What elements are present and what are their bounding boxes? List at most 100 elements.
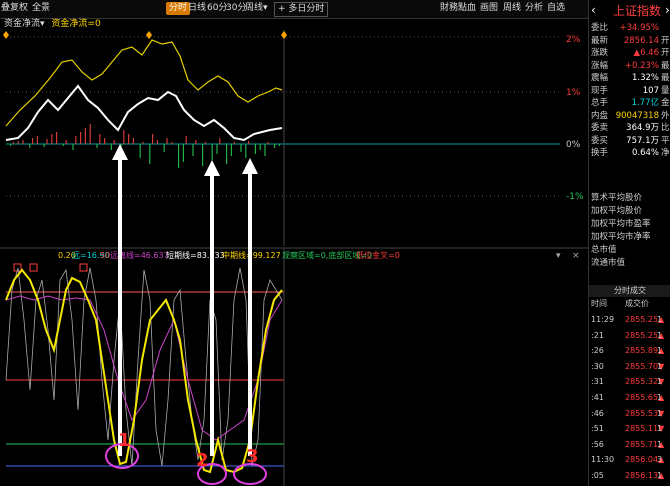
tab-weekly[interactable]: 周线▾ [245, 2, 268, 15]
quote-clip-label: 比 [661, 123, 670, 133]
toolbar-right-item[interactable]: 画图 [480, 2, 498, 15]
trade-volume: 1 [657, 346, 663, 356]
trade-row: :46 2855.53▼ 1 [589, 408, 670, 419]
flow-bar-up [123, 130, 125, 144]
flow-bar-down [278, 144, 280, 146]
flow-bar-down [254, 144, 256, 154]
flow-bar-up [89, 124, 91, 144]
marker-diamond [3, 31, 9, 39]
arrow-1-head [112, 144, 128, 160]
quote-clip-label: 外 [661, 110, 670, 121]
hand-mark-2: 2 [196, 450, 209, 471]
oscillator-panel [0, 247, 588, 486]
quote-header: ‹ 上证指数 › [589, 0, 670, 20]
quote-value: 0.64% [631, 148, 659, 158]
col-time: 时间 [591, 299, 607, 308]
quote-clip-label: 开 [661, 48, 670, 58]
quote-row: 总手 1.77亿金 [589, 97, 670, 109]
quote-extra-label: 算术平均股价 [591, 193, 643, 203]
flow-bar-up [56, 132, 58, 144]
flow-bar-down [240, 144, 242, 152]
flow-bar-up [12, 142, 14, 144]
overlay-button[interactable]: 叠 [1, 2, 10, 15]
trade-time: :46 [591, 408, 604, 418]
quote-extra-label: 加权平均市盈率 [591, 219, 651, 229]
flow-bar-up [75, 136, 77, 144]
settings-icon[interactable]: ▾ [556, 251, 561, 261]
tab-daily[interactable]: 日线 [188, 2, 206, 15]
oscillator-legend: 0.20 远=16.90 50 远离线=46.637 短期线=83.233 中期… [58, 250, 580, 261]
flow-bar-down [202, 144, 204, 166]
quote-row: 现手 107 量 [589, 85, 670, 97]
trade-time: 11:30 [591, 455, 615, 465]
flow-bar-up [195, 140, 197, 144]
quote-label: 总手 [591, 98, 609, 108]
toolbar-right-item[interactable]: 財務點血 [440, 2, 476, 15]
quote-extra-row: 加权平均股价 [589, 205, 670, 217]
quote-row: 震幅 1.32% 最 [589, 72, 670, 84]
trade-row: :26 2855.89▲ 1 [589, 345, 670, 356]
chart-area[interactable]: 2% 1% 0% -1% 0.20 远=16.90 50 远离线=46.637 … [0, 30, 588, 486]
trade-row: :30 2855.70▼ 1 [589, 361, 670, 372]
back-icon[interactable]: ‹ [591, 3, 596, 17]
quote-extra-label: 总市值 [591, 245, 617, 255]
quote-value: 364.9万 [626, 123, 659, 133]
flow-bar-up [32, 138, 34, 144]
flow-bar-down [149, 144, 151, 164]
flow-bar-up [204, 142, 206, 144]
quote-extra-label: 加权平均股价 [591, 206, 643, 216]
toolbar-right-item[interactable]: 自选 [547, 2, 565, 15]
quote-value: 90047318 [615, 110, 659, 121]
flow-bar-up [156, 140, 158, 144]
flow-bar-up [99, 134, 101, 144]
trade-volume: 1 [657, 439, 663, 449]
quote-value: 1.32% [631, 73, 659, 83]
tab-60min[interactable]: 60分 [207, 2, 227, 15]
trade-row: :41 2855.65▲ 1 [589, 392, 670, 403]
quote-clip-label: 最 [661, 60, 670, 71]
quote-row: 涨幅 +0.23% 最 [589, 60, 670, 72]
tab-30min[interactable]: 30分 [226, 2, 246, 15]
marker-box [29, 263, 38, 272]
flow-bar-down [245, 144, 247, 158]
next-icon[interactable]: › [665, 3, 670, 17]
flow-bar-up [17, 141, 19, 144]
flow-bar-up [219, 138, 221, 144]
quote-clip-label: 平 [661, 135, 670, 146]
flow-bar-down [230, 144, 232, 156]
rights-adjust-button[interactable]: 复权 [10, 2, 28, 15]
quote-extra-row: 加权平均市盈率 [589, 218, 670, 230]
marker-diamond [281, 31, 287, 39]
hand-mark-1: 1 [118, 430, 131, 451]
index-title: 上证指数 [613, 4, 662, 18]
quote-extra-row: 总市值 [589, 244, 670, 256]
quote-row: 换手 0.64% 净 [589, 147, 670, 159]
flow-bar-down [72, 144, 74, 150]
quote-value: ▲6.46 [633, 48, 659, 58]
annotation-layer: 1 2 3 [105, 144, 267, 485]
fund-flow-panel: 2% 1% 0% -1% [3, 30, 584, 246]
flow-bar-up [65, 140, 67, 144]
flow-bar-down [96, 144, 98, 148]
trade-volume: 1 [657, 377, 663, 387]
oscillator-magenta-line [5, 295, 283, 441]
panorama-button[interactable]: 全景 [32, 2, 50, 15]
trade-time: :41 [591, 393, 604, 402]
legend-item: 短期线=83.233 [166, 250, 225, 260]
legend-item: 低位金叉=0 [356, 250, 400, 260]
close-icon[interactable]: × [572, 251, 580, 261]
quote-extra-row: 流通市值 [589, 257, 670, 269]
trades-header: 时间 成交价 [589, 298, 670, 309]
multi-day-button[interactable]: + 多日分时 [274, 2, 329, 17]
toolbar-right-item[interactable]: 周线 [503, 2, 521, 15]
flow-bar-up [171, 142, 173, 144]
axis-label: -1% [566, 192, 584, 202]
fund-flow-white-line [5, 84, 283, 142]
indicator1-name[interactable]: 资金净流▾ [4, 19, 45, 29]
toolbar-right-item[interactable]: 分析 [525, 2, 543, 15]
tab-timeshare[interactable]: 分时 [166, 2, 191, 15]
flow-bar-up [185, 136, 187, 144]
quote-label: 现手 [591, 85, 609, 96]
indicator1-label: 资金净流▾ 资金净流=0 [4, 18, 101, 30]
axis-label: 2% [566, 35, 581, 45]
